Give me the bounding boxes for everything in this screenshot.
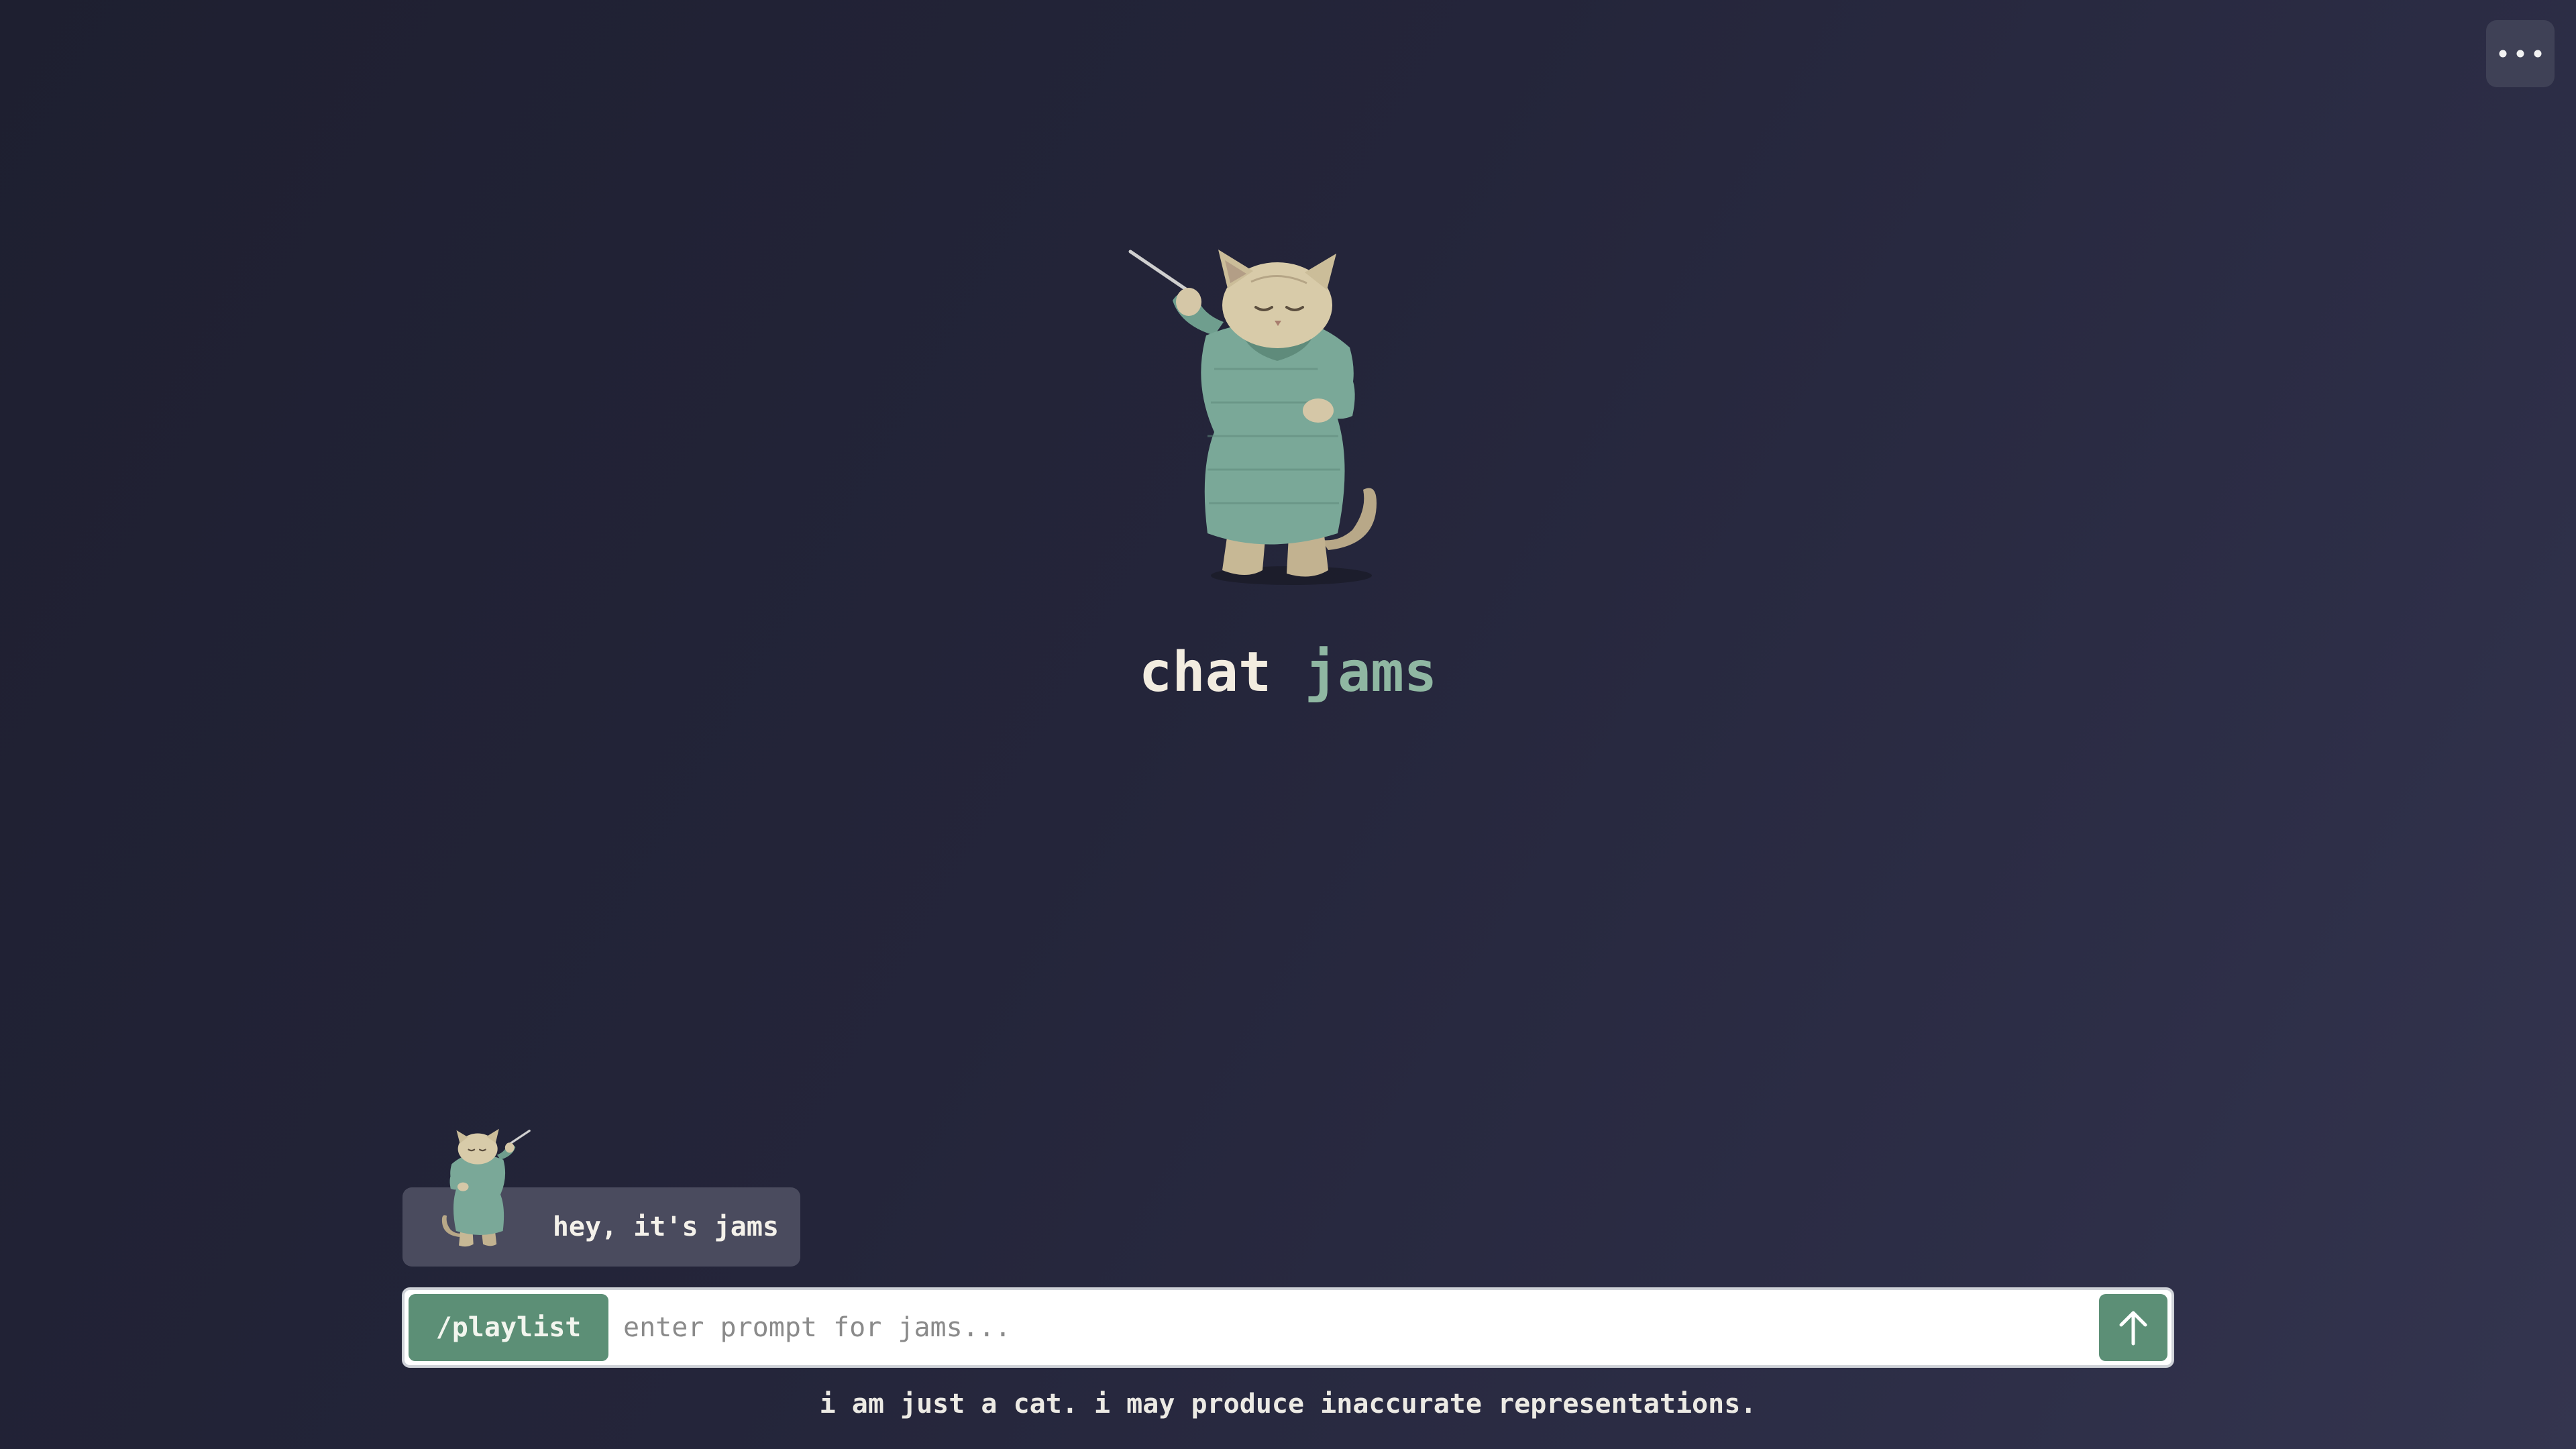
conductor-cat-avatar: [441, 1128, 531, 1247]
prompt-composer: /playlist: [402, 1287, 2174, 1368]
app-title: chat jams: [0, 641, 2576, 704]
ellipsis-icon: [2499, 50, 2542, 58]
app-title-primary: chat: [1138, 641, 1272, 704]
arrow-up-icon: [2119, 1311, 2147, 1346]
playlist-command-button[interactable]: /playlist: [409, 1294, 608, 1361]
more-options-button[interactable]: [2486, 20, 2555, 87]
assistant-message-text: hey, it's jams: [552, 1212, 779, 1242]
disclaimer-text: i am just a cat. i may produce inaccurat…: [819, 1389, 1757, 1419]
send-button[interactable]: [2099, 1294, 2167, 1361]
app-title-accent: jams: [1304, 641, 1438, 704]
prompt-input[interactable]: [623, 1297, 2032, 1358]
conductor-cat-illustration: [1128, 250, 1377, 585]
